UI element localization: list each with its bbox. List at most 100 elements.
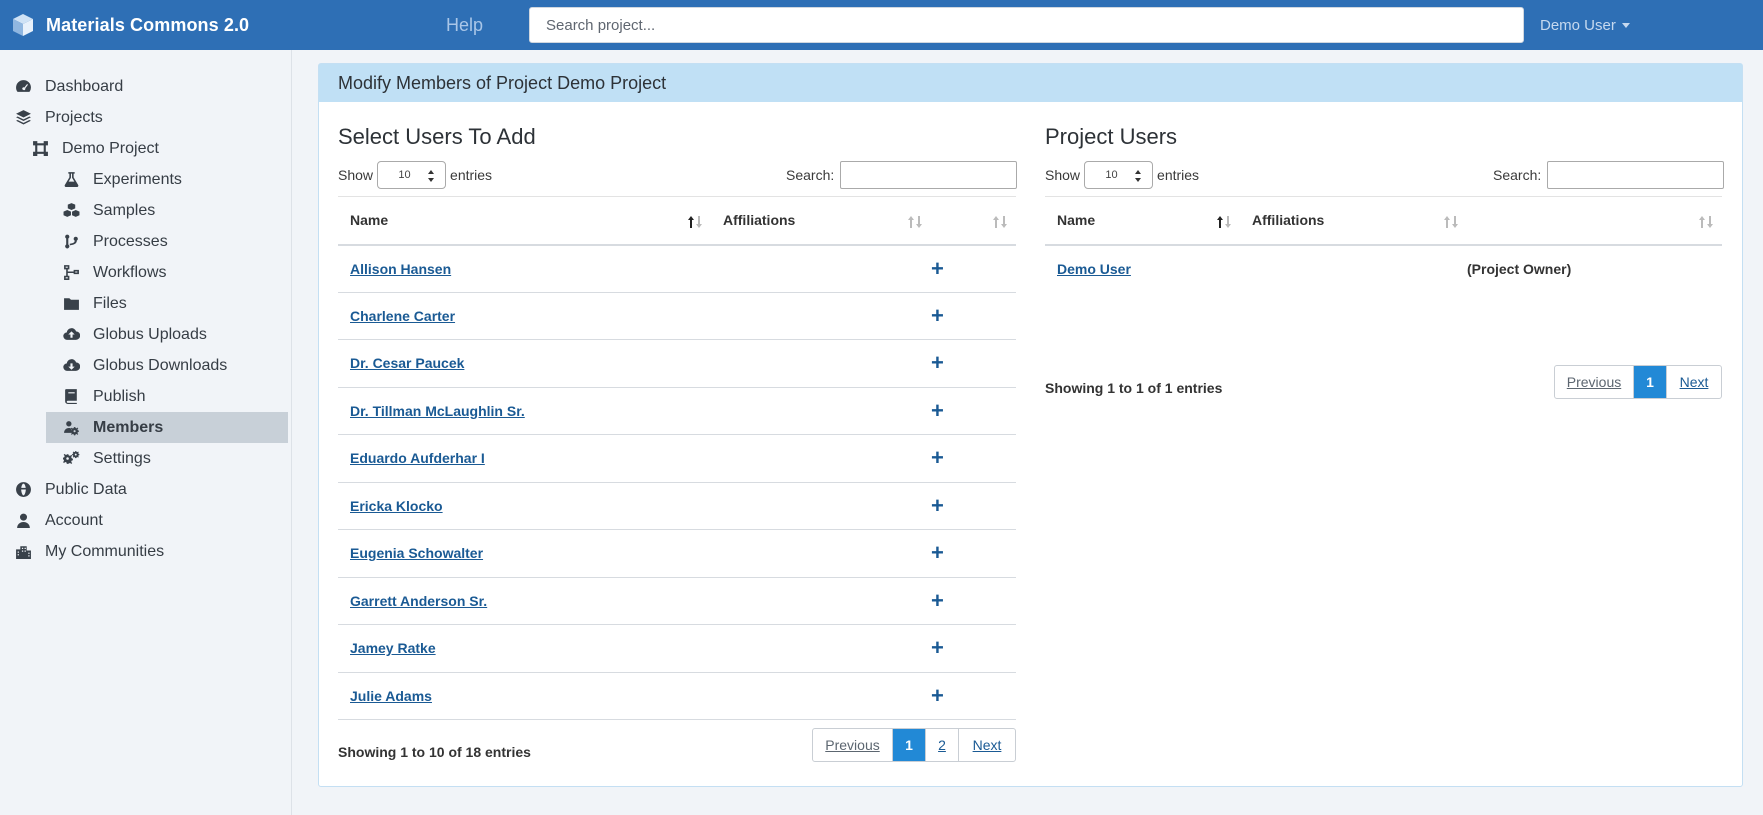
table-search-input[interactable] — [840, 161, 1018, 189]
sidebar-item-globus-uploads[interactable]: Globus Uploads — [62, 319, 207, 350]
table-row: Allison Hansen + — [338, 244, 1016, 293]
user-name-link[interactable]: Jamey Ratke — [350, 640, 436, 656]
table-row: Garrett Anderson Sr. + — [338, 577, 1016, 625]
add-user-button[interactable]: + — [931, 304, 944, 327]
sidebar-item-publish[interactable]: Publish — [62, 381, 145, 412]
user-name-link[interactable]: Garrett Anderson Sr. — [350, 593, 487, 609]
table-row: Charlene Carter + — [338, 292, 1016, 340]
user-menu-dropdown[interactable]: Demo User — [1540, 17, 1630, 34]
entries-length-control: Show 10 entries — [1045, 161, 1199, 189]
help-link[interactable]: Help — [446, 15, 526, 36]
add-user-button[interactable]: + — [931, 352, 944, 374]
sidebar-item-label: Dashboard — [45, 77, 124, 95]
add-user-button[interactable]: + — [931, 684, 944, 707]
sidebar-item-label: Demo Project — [62, 139, 159, 157]
sidebar-item-label: Globus Downloads — [93, 356, 228, 374]
user-name-link[interactable]: Allison Hansen — [350, 261, 451, 277]
sidebar-item-settings[interactable]: Settings — [62, 443, 151, 474]
user-name-link[interactable]: Ericka Klocko — [350, 498, 443, 514]
add-user-button[interactable]: + — [931, 637, 944, 659]
user-name: Demo User — [1540, 16, 1616, 34]
add-user-button[interactable]: + — [931, 447, 944, 469]
sidebar-item-samples[interactable]: Samples — [62, 195, 155, 226]
sidebar-item-my-communities[interactable]: My Communities — [14, 536, 164, 567]
add-user-button[interactable]: + — [931, 542, 944, 564]
sidebar-item-projects[interactable]: Projects — [14, 102, 103, 133]
column-header-name[interactable]: Name — [338, 196, 711, 246]
table-row: Demo User (Project Owner) — [1045, 245, 1722, 293]
sidebar-item-dashboard[interactable]: Dashboard — [14, 71, 123, 102]
user-name-link[interactable]: Charlene Carter — [350, 308, 455, 324]
pagination-page[interactable]: 2 — [926, 729, 959, 761]
user-name-link[interactable]: Dr. Cesar Paucek — [350, 355, 464, 371]
sidebar-item-label: Publish — [93, 387, 146, 405]
user-name-link[interactable]: Demo User — [1057, 261, 1131, 277]
search-label: Search: — [1493, 167, 1542, 183]
cube-logo-icon — [13, 14, 33, 36]
project-search-input[interactable] — [529, 7, 1524, 43]
add-users-title: Select Users To Add — [338, 124, 536, 149]
add-user-button[interactable]: + — [931, 494, 944, 517]
sidebar-item-globus-downloads[interactable]: Globus Downloads — [62, 350, 227, 381]
table-row: Julie Adams + — [338, 672, 1016, 720]
sidebar-item-label: My Communities — [45, 542, 165, 560]
dashboard-icon — [14, 78, 32, 96]
column-header-affiliations[interactable]: Affiliations — [1240, 196, 1467, 246]
table-row: Dr. Cesar Paucek + — [338, 339, 1016, 388]
sidebar-item-label: Processes — [93, 232, 168, 250]
search-label: Search: — [786, 167, 835, 183]
sidebar-item-public-data[interactable]: Public Data — [14, 474, 127, 505]
table-search-input[interactable] — [1547, 161, 1725, 189]
table-info: Showing 1 to 1 of 1 entries — [1045, 380, 1223, 396]
brand-title: Materials Commons 2.0 — [46, 14, 250, 35]
pagination-previous[interactable]: Previous — [813, 729, 893, 761]
sidebar-item-account[interactable]: Account — [14, 505, 103, 536]
user-name-link[interactable]: Eugenia Schowalter — [350, 545, 483, 561]
sort-ascending-icon — [1216, 214, 1232, 230]
entries-select-value: 10 — [1105, 169, 1118, 181]
flask-icon — [62, 171, 80, 189]
column-header-role[interactable] — [1467, 196, 1722, 246]
cloud-upload-icon — [62, 326, 80, 344]
add-user-button[interactable]: + — [931, 589, 944, 612]
brand[interactable]: Materials Commons 2.0 — [12, 13, 432, 37]
sidebar-item-workflows[interactable]: Workflows — [62, 257, 167, 288]
sort-icon — [1698, 214, 1714, 230]
folder-icon — [62, 295, 80, 313]
sidebar-item-label: Samples — [93, 201, 156, 219]
add-user-button[interactable]: + — [931, 399, 944, 422]
table-row: Eugenia Schowalter + — [338, 529, 1016, 578]
city-icon — [14, 543, 32, 561]
pagination-previous[interactable]: Previous — [1555, 366, 1634, 398]
column-header-affiliations[interactable]: Affiliations — [711, 196, 931, 246]
sort-icon — [907, 214, 923, 230]
pagination-page[interactable]: 1 — [1634, 366, 1667, 398]
table-row: Jamey Ratke + — [338, 624, 1016, 673]
sidebar-item-members[interactable]: Members — [46, 412, 288, 443]
add-user-button[interactable]: + — [931, 257, 944, 280]
sidebar-item-label: Account — [45, 511, 103, 529]
sidebar-item-files[interactable]: Files — [62, 288, 127, 319]
entries-select[interactable]: 10 — [377, 161, 447, 189]
pagination-page[interactable]: 1 — [893, 729, 926, 761]
column-header-action[interactable] — [931, 196, 1016, 246]
user-name-link[interactable]: Eduardo Aufderhar I — [350, 450, 485, 466]
sidebar-item-processes[interactable]: Processes — [62, 226, 168, 257]
entries-length-control: Show 10 entries — [338, 161, 492, 189]
user-name-link[interactable]: Julie Adams — [350, 688, 432, 704]
sidebar: Dashboard Projects Demo Project Experime… — [0, 50, 292, 815]
show-label: Show — [338, 167, 374, 183]
pagination-next[interactable]: Next — [1667, 366, 1721, 398]
table-info: Showing 1 to 10 of 18 entries — [338, 744, 531, 760]
pagination: Previous 1 2 Next — [812, 728, 1016, 762]
sidebar-item-demo-project[interactable]: Demo Project — [31, 133, 159, 164]
card-title: Modify Members of Project Demo Project — [338, 72, 667, 93]
column-header-name[interactable]: Name — [1045, 196, 1240, 246]
sidebar-item-experiments[interactable]: Experiments — [62, 164, 182, 195]
entries-select[interactable]: 10 — [1084, 161, 1154, 189]
sidebar-item-label: Public Data — [45, 480, 127, 498]
project-users-title: Project Users — [1045, 124, 1178, 149]
user-name-link[interactable]: Dr. Tillman McLaughlin Sr. — [350, 403, 525, 419]
pagination-next[interactable]: Next — [959, 729, 1015, 761]
cubes-icon — [62, 202, 80, 220]
